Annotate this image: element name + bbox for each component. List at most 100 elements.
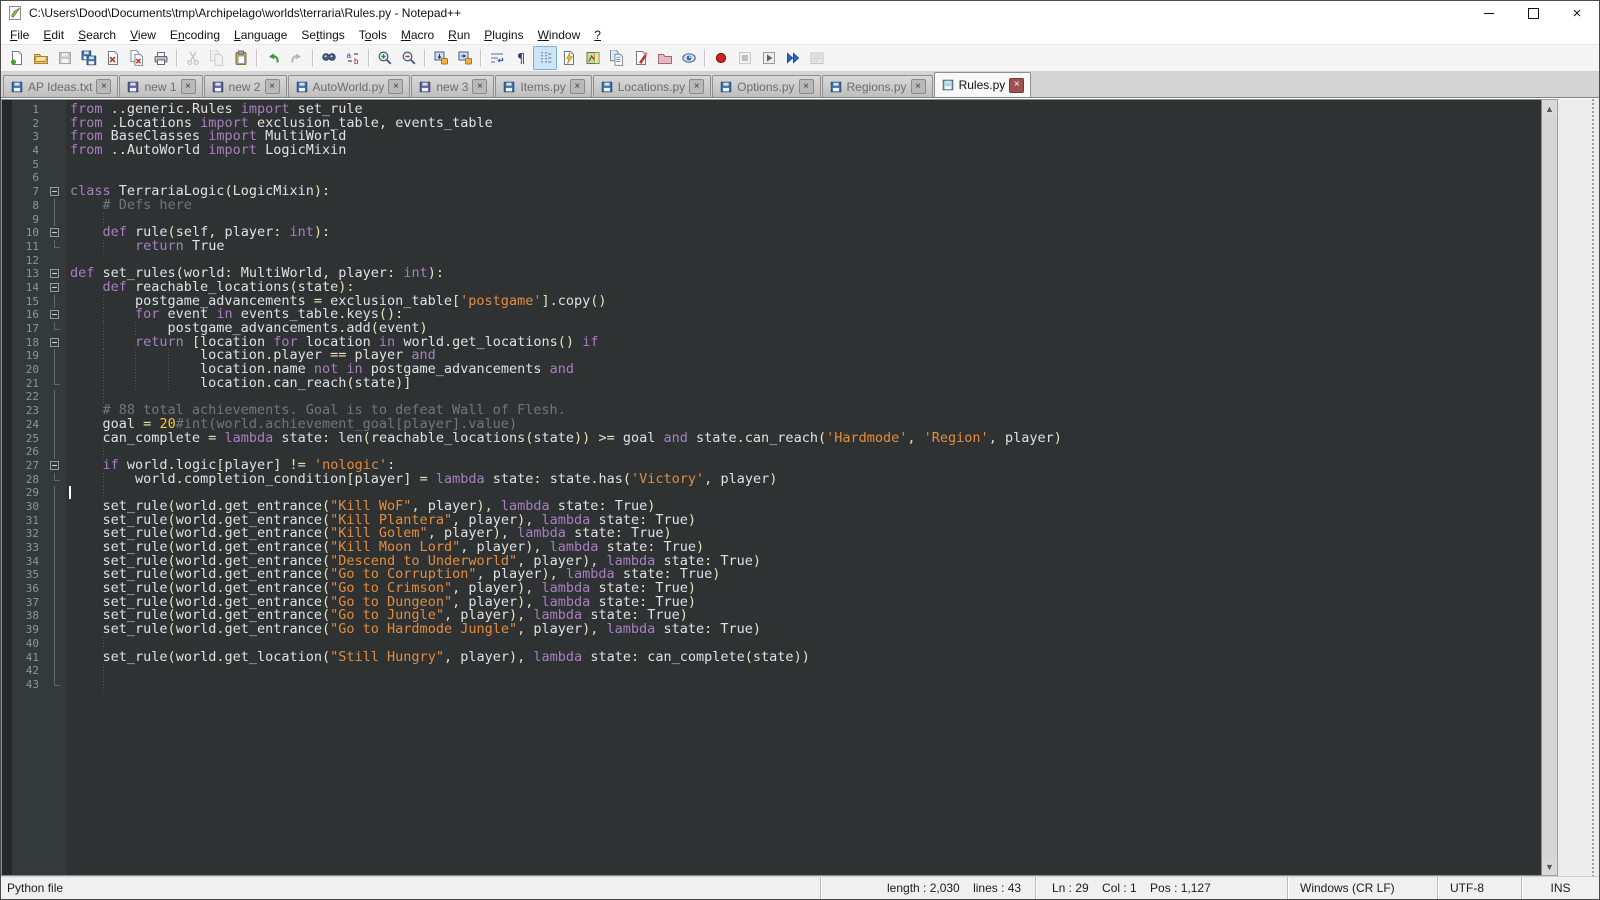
fold-collapse-icon[interactable] <box>46 308 66 322</box>
scroll-down-icon[interactable]: ▼ <box>1542 858 1557 875</box>
maximize-button[interactable] <box>1511 1 1555 25</box>
folder-as-workspace-icon[interactable] <box>653 46 677 70</box>
macro-save-icon[interactable] <box>805 46 829 70</box>
menu-encoding[interactable]: Encoding <box>163 26 227 44</box>
menu-file[interactable]: File <box>3 26 36 44</box>
menu-view[interactable]: View <box>123 26 163 44</box>
code-editor[interactable]: 1from ..generic.Rules import set_rule2fr… <box>1 99 1541 876</box>
open-file-icon[interactable] <box>29 46 53 70</box>
code-text[interactable]: can_complete = lambda state: len(reachab… <box>66 432 1541 446</box>
tab-new-2[interactable]: new 2× <box>204 75 287 97</box>
code-line[interactable]: 39 set_rule(world.get_entrance("Go to Ha… <box>2 623 1541 637</box>
fold-collapse-icon[interactable] <box>46 281 66 295</box>
menu-search[interactable]: Search <box>71 26 123 44</box>
tab-regions-py[interactable]: Regions.py× <box>822 75 933 97</box>
new-file-icon[interactable] <box>5 46 29 70</box>
code-text[interactable]: def rule(self, player: int): <box>66 226 1541 240</box>
redo-icon[interactable] <box>285 46 309 70</box>
fold-collapse-icon[interactable] <box>46 336 66 350</box>
code-text[interactable]: location.can_reach(state)] <box>66 377 1541 391</box>
word-wrap-icon[interactable] <box>485 46 509 70</box>
code-line[interactable]: 41 set_rule(world.get_location("Still Hu… <box>2 651 1541 665</box>
menu-tools[interactable]: Tools <box>352 26 394 44</box>
zoom-in-icon[interactable] <box>373 46 397 70</box>
print-icon[interactable] <box>149 46 173 70</box>
tab-close-icon[interactable]: × <box>472 79 487 94</box>
close-all-icon[interactable] <box>125 46 149 70</box>
replace-icon[interactable]: ab <box>341 46 365 70</box>
macro-stop-icon[interactable] <box>733 46 757 70</box>
document-list-icon[interactable] <box>605 46 629 70</box>
save-icon[interactable] <box>53 46 77 70</box>
code-text[interactable] <box>66 158 1541 172</box>
fold-collapse-icon[interactable] <box>46 267 66 281</box>
menu-settings[interactable]: Settings <box>294 26 351 44</box>
tab-close-icon[interactable]: × <box>265 79 280 94</box>
fold-collapse-icon[interactable] <box>46 185 66 199</box>
code-line[interactable]: 28 world.completion_condition[player] = … <box>2 473 1541 487</box>
tab-close-icon[interactable]: × <box>799 79 814 94</box>
code-text[interactable] <box>66 664 1541 678</box>
code-text[interactable]: from ..AutoWorld import LogicMixin <box>66 144 1541 158</box>
tab-close-icon[interactable]: × <box>181 79 196 94</box>
undo-icon[interactable] <box>261 46 285 70</box>
tab-rules-py[interactable]: Rules.py× <box>934 72 1032 97</box>
code-text[interactable]: world.completion_condition[player] = lam… <box>66 473 1541 487</box>
copy-icon[interactable] <box>205 46 229 70</box>
macro-play-icon[interactable] <box>757 46 781 70</box>
menu-window[interactable]: Window <box>531 26 588 44</box>
code-line[interactable]: 7class TerrariaLogic(LogicMixin): <box>2 185 1541 199</box>
code-text[interactable]: class TerrariaLogic(LogicMixin): <box>66 185 1541 199</box>
tab-new-3[interactable]: new 3× <box>411 75 494 97</box>
sync-scroll-horizontal-icon[interactable] <box>453 46 477 70</box>
code-line[interactable]: 8 # Defs here <box>2 199 1541 213</box>
save-all-icon[interactable] <box>77 46 101 70</box>
fold-collapse-icon[interactable] <box>46 459 66 473</box>
tab-items-py[interactable]: Items.py× <box>495 75 591 97</box>
tab-close-icon[interactable]: × <box>570 79 585 94</box>
code-text[interactable]: set_rule(world.get_entrance("Go to Hardm… <box>66 623 1541 637</box>
macro-run-multiple-icon[interactable] <box>781 46 805 70</box>
minimize-button[interactable] <box>1467 1 1511 25</box>
tab-new-1[interactable]: new 1× <box>119 75 202 97</box>
menu-help[interactable]: ? <box>587 26 608 44</box>
tab-locations-py[interactable]: Locations.py× <box>593 75 711 97</box>
menu-run[interactable]: Run <box>441 26 477 44</box>
code-text[interactable] <box>66 678 1541 692</box>
tab-close-icon[interactable]: × <box>388 79 403 94</box>
tab-ap-ideas-txt[interactable]: AP Ideas.txt× <box>3 75 118 97</box>
sync-scroll-vertical-icon[interactable] <box>429 46 453 70</box>
tab-close-icon[interactable]: × <box>1009 78 1024 93</box>
code-line[interactable]: 43 <box>2 678 1541 692</box>
tab-options-py[interactable]: Options.py× <box>712 75 820 97</box>
tab-autoworld-py[interactable]: AutoWorld.py× <box>288 75 411 97</box>
monitoring-icon[interactable] <box>677 46 701 70</box>
macro-record-icon[interactable] <box>709 46 733 70</box>
menu-edit[interactable]: Edit <box>36 26 71 44</box>
close-button[interactable]: × <box>1555 1 1599 25</box>
tab-close-icon[interactable]: × <box>96 79 111 94</box>
scroll-up-icon[interactable]: ▲ <box>1542 100 1557 117</box>
zoom-out-icon[interactable] <box>397 46 421 70</box>
menu-language[interactable]: Language <box>227 26 294 44</box>
show-indent-guide-icon[interactable] <box>533 46 557 70</box>
fold-collapse-icon[interactable] <box>46 226 66 240</box>
show-all-characters-icon[interactable]: ¶ <box>509 46 533 70</box>
udl-dialog-icon[interactable] <box>557 46 581 70</box>
document-map-icon[interactable] <box>581 46 605 70</box>
code-line[interactable]: 4from ..AutoWorld import LogicMixin <box>2 144 1541 158</box>
cut-icon[interactable] <box>181 46 205 70</box>
code-line[interactable]: 42 <box>2 664 1541 678</box>
code-line[interactable]: 10 def rule(self, player: int): <box>2 226 1541 240</box>
tab-close-icon[interactable]: × <box>689 79 704 94</box>
code-line[interactable]: 11 return True <box>2 240 1541 254</box>
code-text[interactable]: # Defs here <box>66 199 1541 213</box>
code-line[interactable]: 25 can_complete = lambda state: len(reac… <box>2 432 1541 446</box>
vertical-scrollbar[interactable]: ▲ ▼ <box>1541 99 1558 876</box>
paste-icon[interactable] <box>229 46 253 70</box>
code-text[interactable]: return True <box>66 240 1541 254</box>
close-icon[interactable] <box>101 46 125 70</box>
find-icon[interactable] <box>317 46 341 70</box>
code-text[interactable]: set_rule(world.get_location("Still Hungr… <box>66 651 1541 665</box>
function-list-icon[interactable] <box>629 46 653 70</box>
